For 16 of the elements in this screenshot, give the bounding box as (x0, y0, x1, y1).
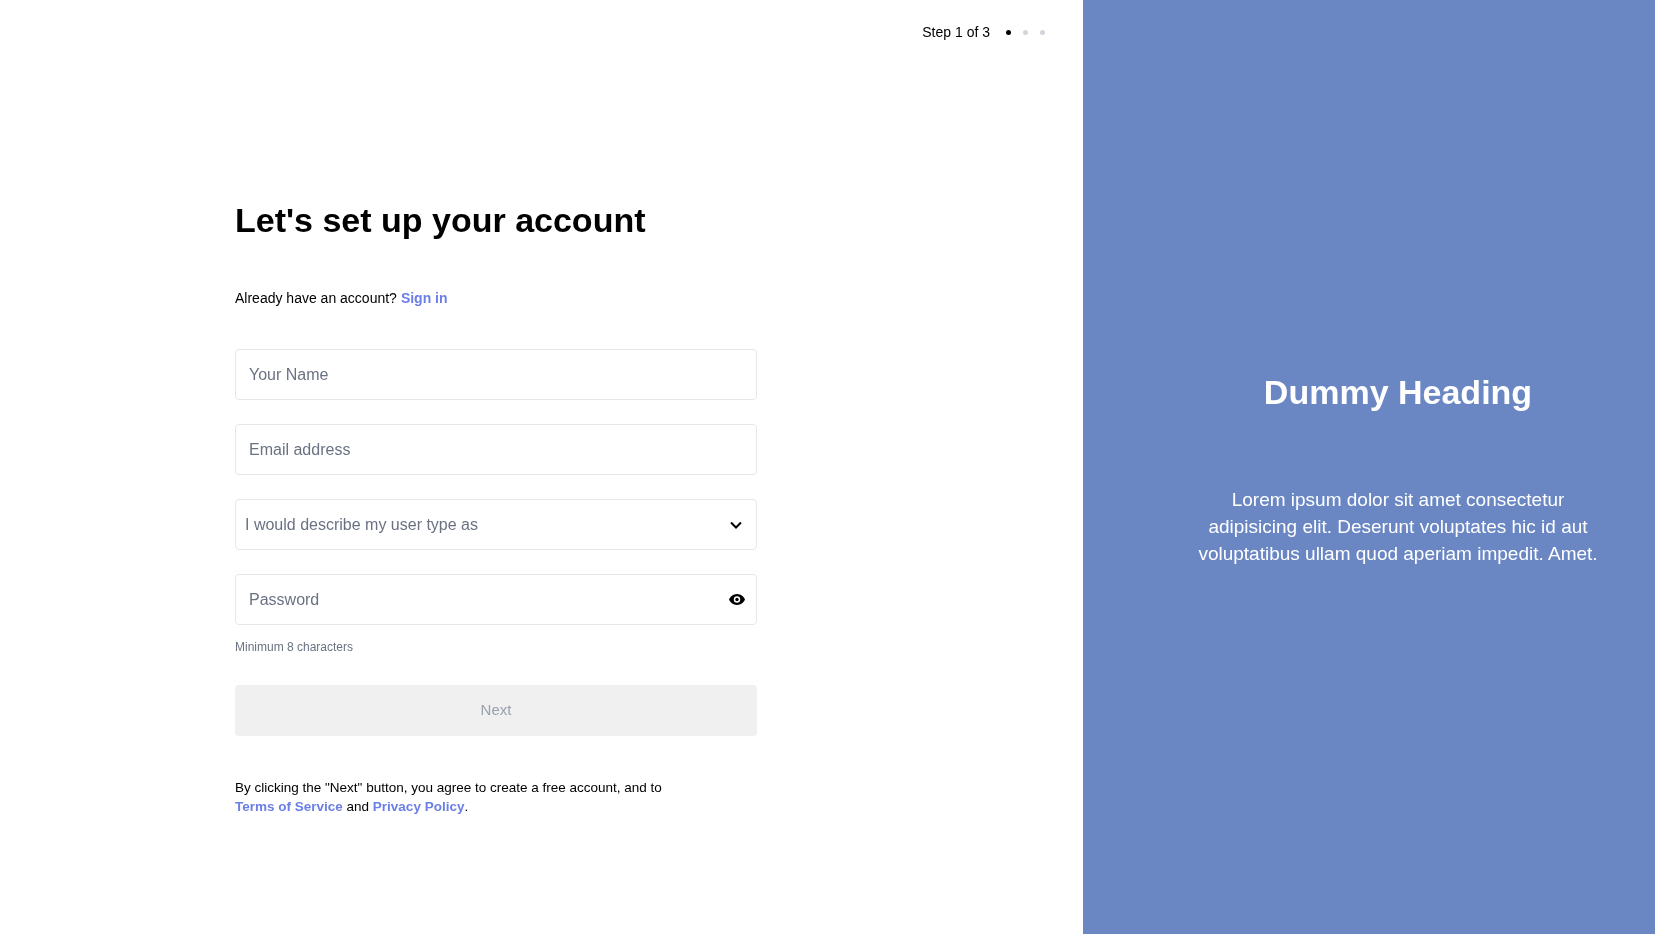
aside-heading: Dummy Heading (1263, 372, 1533, 413)
password-field[interactable]: Password (235, 574, 757, 625)
terms-link[interactable]: Terms of Service (235, 799, 343, 814)
privacy-link[interactable]: Privacy Policy (372, 799, 465, 814)
step-label: Step 1 of 3 (922, 23, 990, 42)
email-field[interactable]: Email address (235, 424, 757, 475)
chevron-down-icon (730, 520, 742, 529)
user-type-dropdown[interactable]: I would describe my user type as (235, 499, 757, 550)
terms-text: By clicking the "Next" button, you agree to create a free account, and to Terms of Service and Privacy Policy. (235, 779, 663, 816)
eye-icon[interactable] (729, 594, 745, 605)
aside-paragraph: Lorem ipsum dolor sit amet consectetur adipisicing elit. Deserunt voluptates hic id aut voluptatibus ullam quod aperiam impedit. Amet. (1198, 488, 1598, 566)
sign-in-link[interactable]: Sign in (400, 288, 448, 309)
page-heading: Let's set up your account (235, 200, 647, 240)
signin-prompt: Already have an account? (235, 289, 397, 308)
name-field[interactable]: Your Name (235, 349, 757, 400)
password-hint: Minimum 8 characters (235, 639, 355, 656)
